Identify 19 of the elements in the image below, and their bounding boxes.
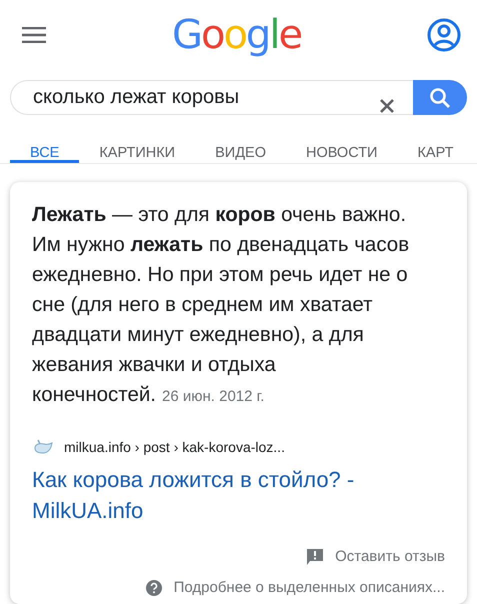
tab[interactable]: КАРТИНКИ [79,131,196,163]
search-icon [428,86,452,110]
tab[interactable]: ВСЕ [10,131,80,163]
tab[interactable]: КАРТ [397,131,474,163]
about-link[interactable]: Подробнее о выделенных описаниях... [174,579,445,596]
tab[interactable]: ВИДЕО [195,131,286,163]
feedback-link[interactable]: Оставить отзыв [335,548,445,565]
search-field[interactable]: сколько лежат коровы [10,80,413,116]
snippet-text: Лежать — это для коров очень важно. Им нужно лежать по двенадцать часов ежедневно. Но при этом речь идет не о сне (для него в среднем им хватает двадцати минут ежедневно), а для жевания жвачки и отдыха конечностей. 26 июн. 2012 г. [32,202,410,408]
menu-icon[interactable] [22,27,46,43]
google-logo: Google [172,12,302,58]
breadcrumb: milkua.info › post › kak-korova-loz... [64,439,285,455]
feedback-icon [307,548,324,564]
search-button[interactable] [413,80,467,116]
account-icon[interactable] [427,18,461,52]
result-link[interactable]: Как корова ложится в стойло? - MilkUA.info [32,464,445,526]
help-icon [146,580,162,596]
clear-icon[interactable] [379,98,395,114]
tab[interactable]: НОВОСТИ [286,131,398,163]
